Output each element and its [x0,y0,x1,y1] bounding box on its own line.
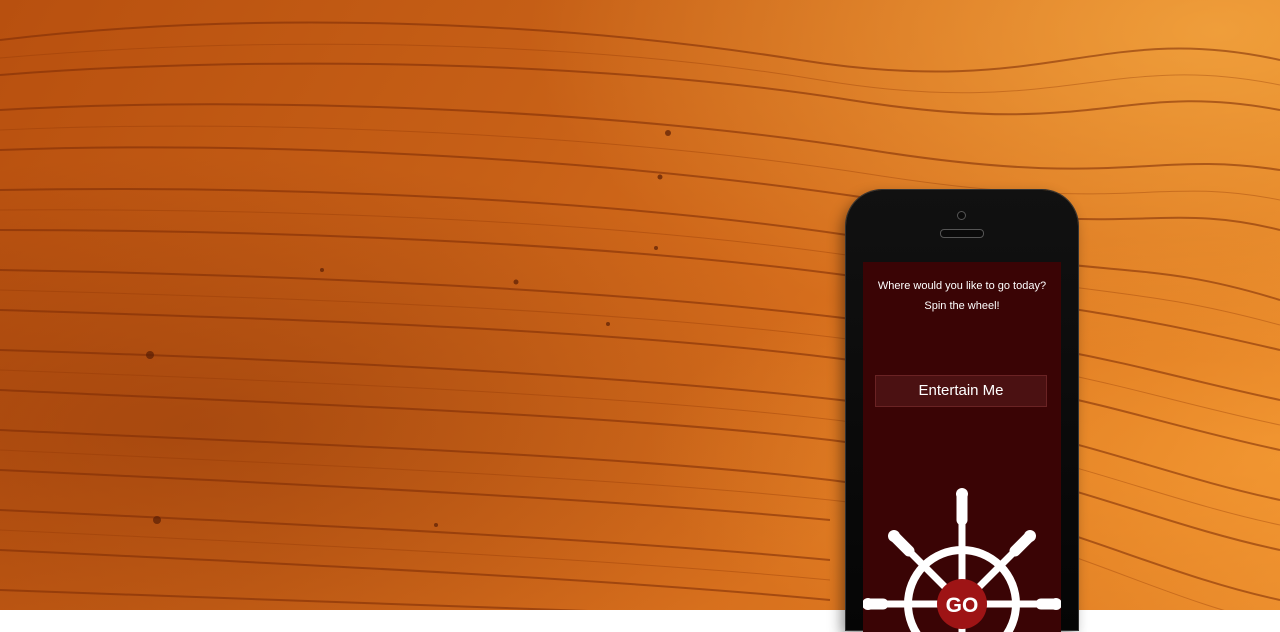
phone-mockup: Where would you like to go today? Spin t… [846,190,1078,632]
speaker-grille [940,229,984,238]
prompt-question: Where would you like to go today? [877,280,1047,292]
wood-background [0,0,1280,610]
category-select-button[interactable]: Entertain Me [875,375,1047,407]
prompt-instruction: Spin the wheel! [924,300,1000,312]
camera-icon [957,211,966,220]
app-screen: Where would you like to go today? Spin t… [863,262,1061,632]
wood-grain [0,21,1280,610]
prompt-text: Where would you like to go today? Spin t… [863,276,1061,316]
go-label: GO [946,594,979,617]
